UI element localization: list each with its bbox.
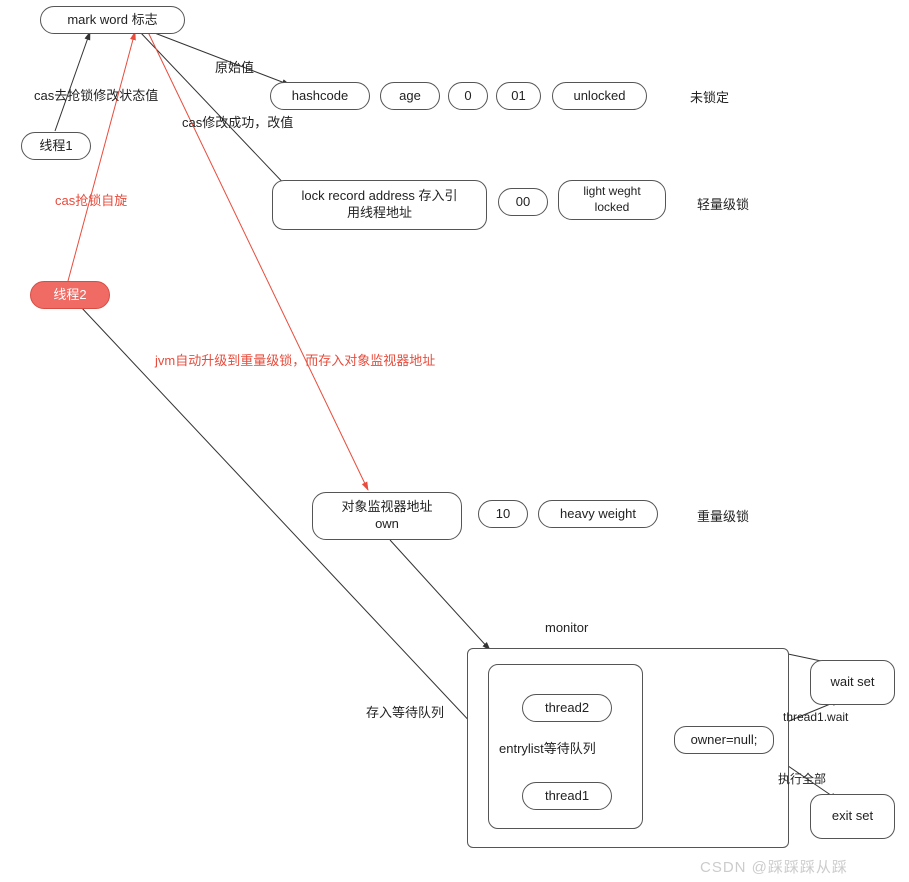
node-age: age — [380, 82, 440, 110]
th1-label: thread1 — [545, 788, 589, 805]
lr00-label: 00 — [516, 194, 530, 211]
edge-cas-grab: cas去抢锁修改状态值 — [34, 85, 158, 104]
hashcode-label: hashcode — [292, 88, 348, 105]
owner-label: owner=null; — [691, 732, 758, 749]
entrylist-label: entrylist等待队列 — [499, 738, 596, 757]
node-thread2: 线程2 — [30, 281, 110, 309]
node-hashcode: hashcode — [270, 82, 370, 110]
node-owner: owner=null; — [674, 726, 774, 754]
node-monitor-addr: 对象监视器地址 own — [312, 492, 462, 540]
node-zero: 0 — [448, 82, 488, 110]
node-lockrecord: lock record address 存入引 用线程地址 — [272, 180, 487, 230]
diagram-canvas: mark word 标志 线程1 线程2 hashcode age 0 01 u… — [0, 0, 909, 882]
node-exitset: exit set — [810, 794, 895, 839]
state-lightweight-label: 轻量级锁 — [697, 194, 749, 213]
monitor-title: monitor — [545, 620, 588, 635]
unlocked-label: unlocked — [573, 88, 625, 105]
edge-original: 原始值 — [215, 57, 254, 76]
node-thread1-inner: thread1 — [522, 782, 612, 810]
edge-cas-success: cas修改成功，改值 — [182, 112, 293, 131]
edge-exec-all: 执行全部 — [778, 770, 826, 787]
zo-label: 01 — [511, 88, 525, 105]
node-unlocked: unlocked — [552, 82, 647, 110]
node-markword: mark word 标志 — [40, 6, 185, 34]
watermark: CSDN @踩踩踩从踩 — [700, 856, 848, 877]
node-heavyweight: heavy weight — [538, 500, 658, 528]
edge-cas-spin: cas抢锁自旋 — [55, 190, 127, 209]
lockrecord-label: lock record address 存入引 用线程地址 — [301, 188, 457, 222]
edge-jvm-upgrade: jvm自动升级到重量级锁，而存入对象监视器地址 — [155, 350, 435, 369]
node-thread2-inner: thread2 — [522, 694, 612, 722]
state-heavyweight-label: 重量级锁 — [697, 506, 749, 525]
node-10: 10 — [478, 500, 528, 528]
thread2-label: 线程2 — [53, 287, 86, 304]
state-unlocked-label: 未锁定 — [690, 87, 729, 106]
monaddr-label: 对象监视器地址 own — [341, 499, 432, 533]
age-label: age — [399, 88, 421, 105]
edge-enqueue: 存入等待队列 — [366, 702, 444, 721]
node-01: 01 — [496, 82, 541, 110]
waitset-label: wait set — [830, 674, 874, 691]
node-00: 00 — [498, 188, 548, 216]
mon10-label: 10 — [496, 506, 510, 523]
hw-label: heavy weight — [560, 506, 636, 523]
markword-label: mark word 标志 — [67, 12, 157, 29]
exitset-label: exit set — [832, 808, 873, 825]
lw-label: light weght locked — [583, 184, 640, 215]
node-waitset: wait set — [810, 660, 895, 705]
zero-label: 0 — [464, 88, 471, 105]
node-lightweight: light weght locked — [558, 180, 666, 220]
edge-thread1wait: thread1.wait — [783, 710, 848, 724]
th2-label: thread2 — [545, 700, 589, 717]
node-thread1: 线程1 — [21, 132, 91, 160]
thread1-label: 线程1 — [39, 138, 72, 155]
